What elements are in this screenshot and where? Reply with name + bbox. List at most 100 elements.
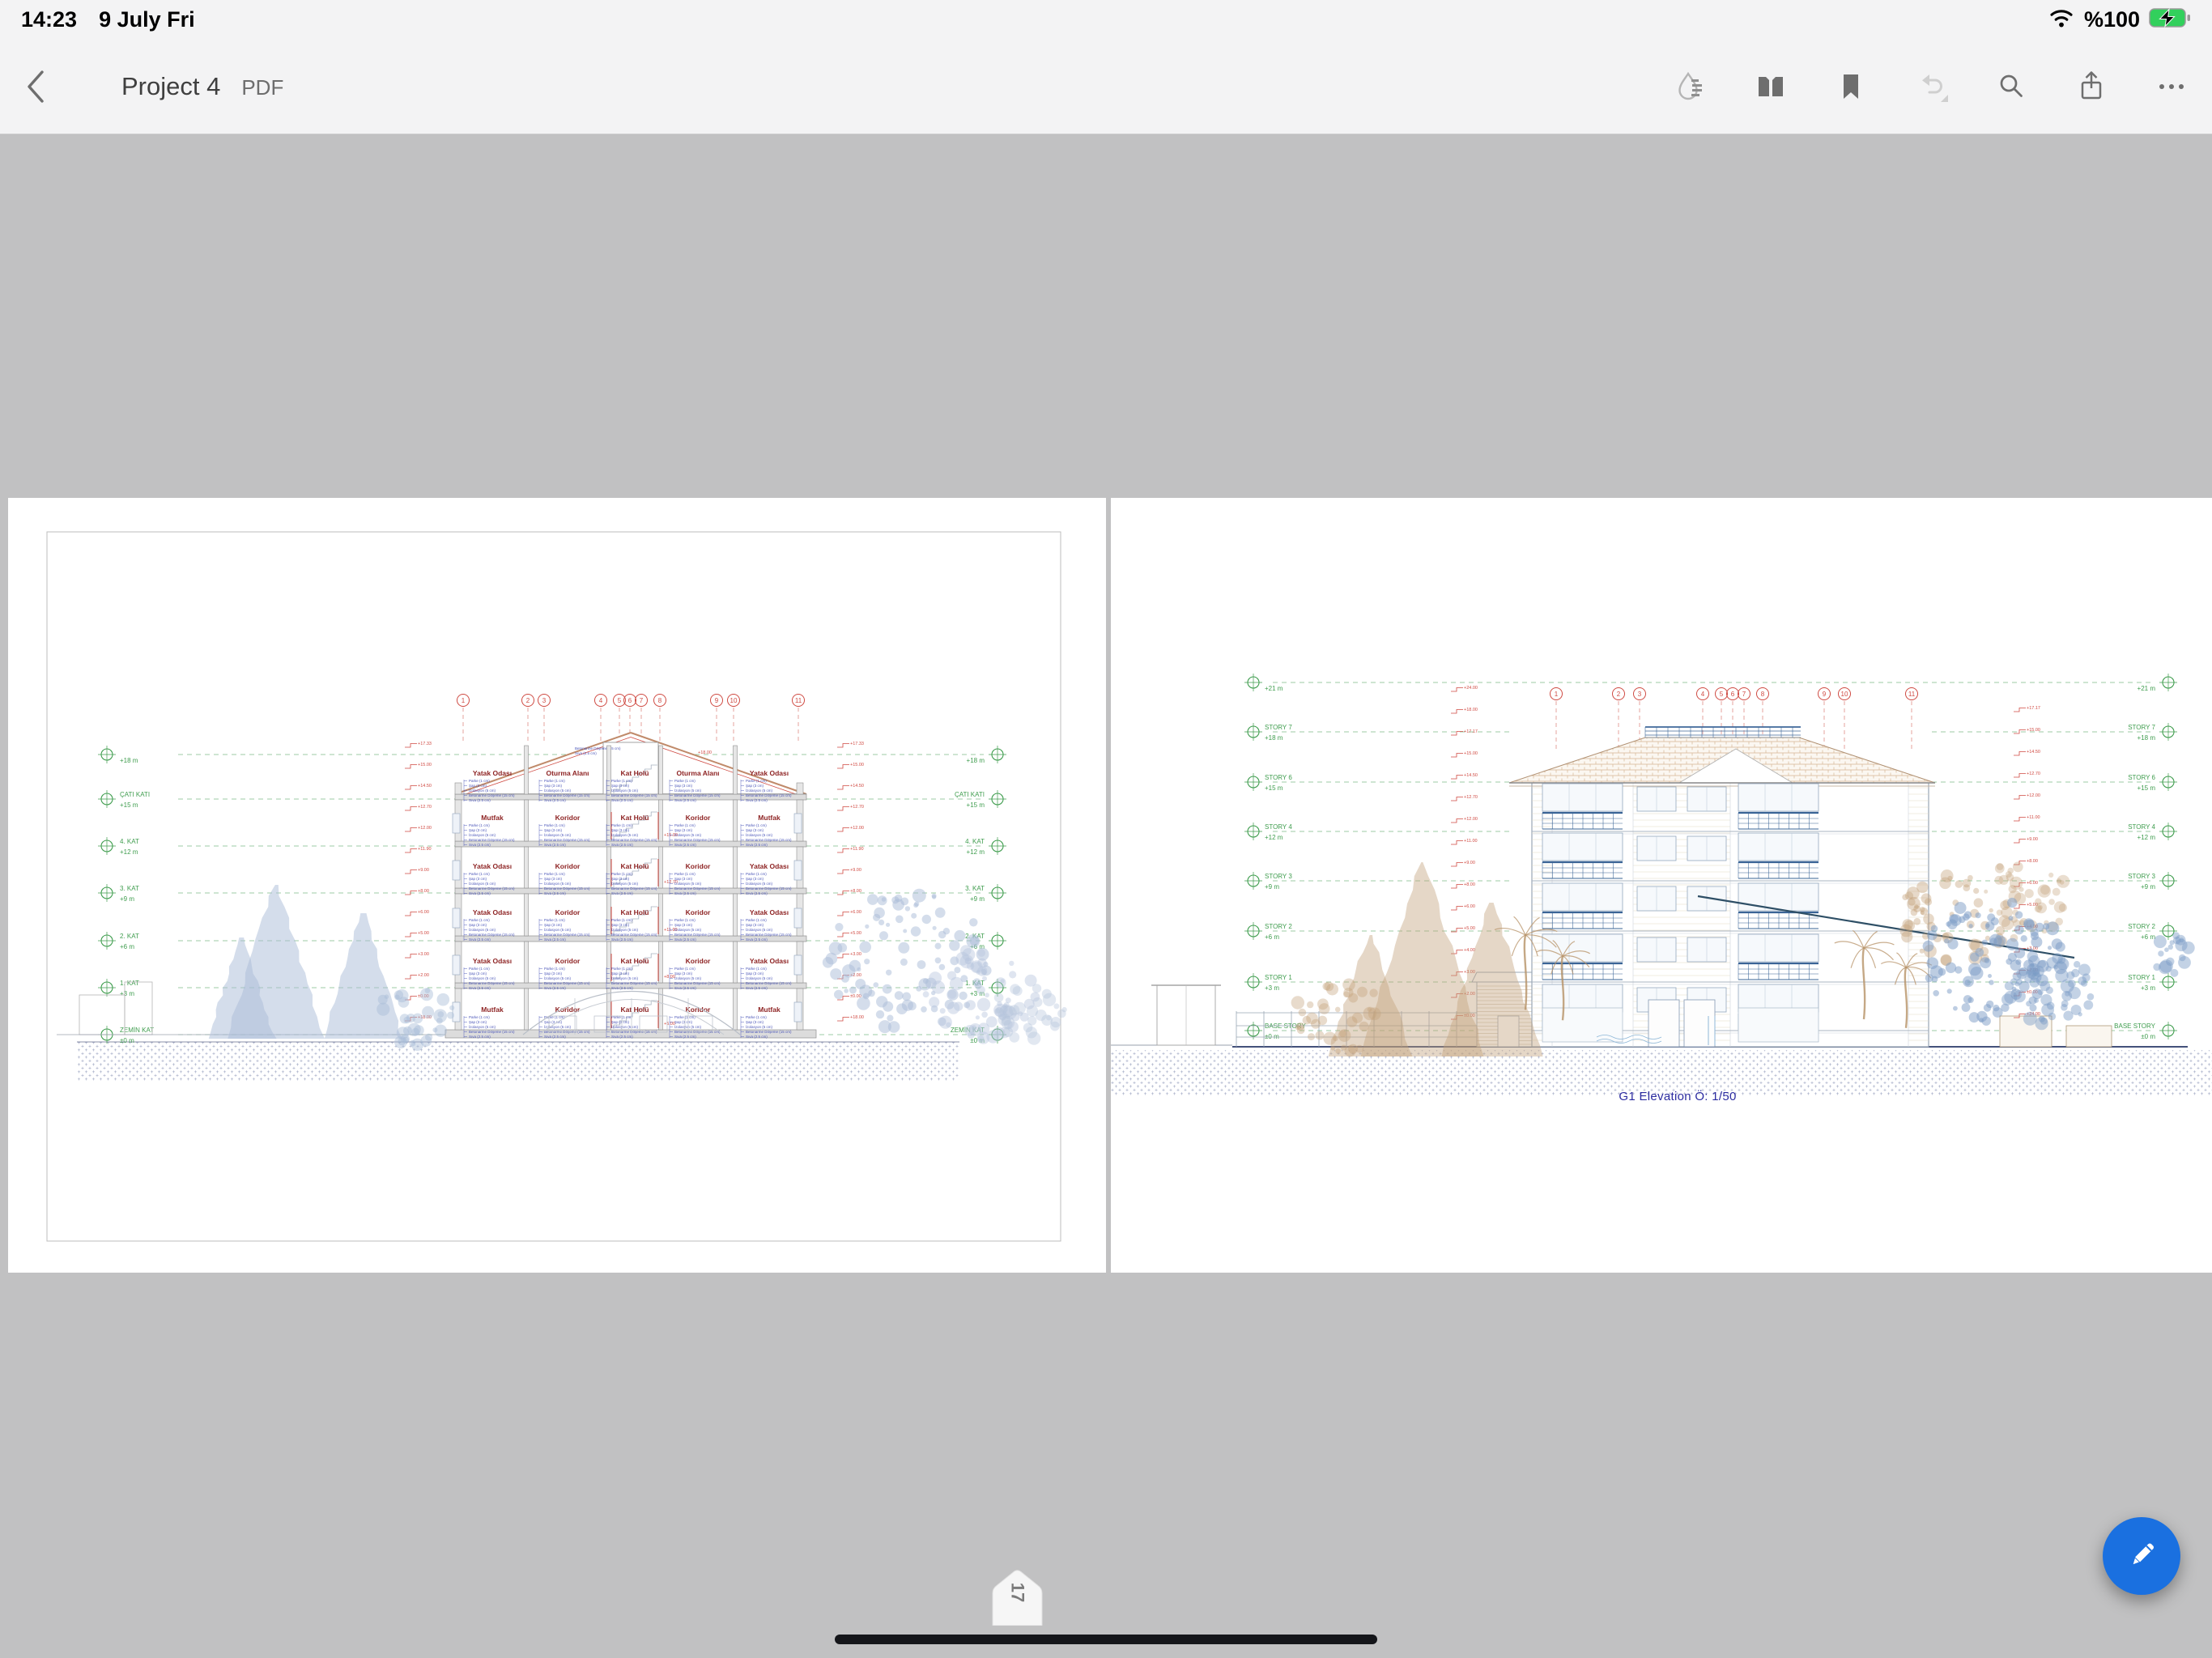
svg-text:Sıva (2.5 cm): Sıva (2.5 cm) xyxy=(611,986,633,990)
svg-text:Şap (3 cm): Şap (3 cm) xyxy=(611,828,630,832)
svg-text:Mutfak: Mutfak xyxy=(758,814,781,822)
svg-text:Şap (3 cm): Şap (3 cm) xyxy=(469,923,487,927)
pdf-page-left[interactable]: 1234567891011+18 m+18 mÇATI KATI+15 mÇAT… xyxy=(8,498,1106,1273)
svg-text:+5.00: +5.00 xyxy=(418,931,429,936)
liquid-mode-button[interactable] xyxy=(1672,68,1709,105)
svg-text:+3.00: +3.00 xyxy=(418,952,429,957)
svg-text:+18 m: +18 m xyxy=(2138,734,2156,742)
elevation-drawing: 1234567891011+21 m+21 mSTORY 7+18 mSTORY… xyxy=(1111,498,2212,1273)
pdf-page-right[interactable]: 1234567891011+21 m+21 mSTORY 7+18 mSTORY… xyxy=(1111,498,2212,1273)
svg-text:5: 5 xyxy=(1720,691,1724,698)
svg-text:Şap (3 cm): Şap (3 cm) xyxy=(674,971,693,976)
svg-text:8: 8 xyxy=(1761,691,1765,698)
svg-text:Parke (1 cm): Parke (1 cm) xyxy=(746,779,767,783)
svg-text:İzolasyon (5 cm): İzolasyon (5 cm) xyxy=(469,1024,496,1029)
svg-text:Şap (3 cm): Şap (3 cm) xyxy=(469,971,487,976)
svg-text:Mutfak: Mutfak xyxy=(758,1005,781,1014)
svg-text:Oturma Alanı: Oturma Alanı xyxy=(546,769,589,777)
svg-text:+6.00: +6.00 xyxy=(418,910,429,915)
svg-text:+3 m: +3 m xyxy=(2141,984,2155,992)
svg-text:İzolasyon (5 cm): İzolasyon (5 cm) xyxy=(674,927,702,932)
search-button[interactable] xyxy=(1993,68,2030,105)
svg-text:Parke (1 cm): Parke (1 cm) xyxy=(544,823,565,827)
undo-button[interactable] xyxy=(1912,68,1950,105)
svg-text:+18 m: +18 m xyxy=(1265,734,1283,742)
status-date: 9 July Fri xyxy=(99,7,195,32)
svg-text:Betonarme Döşeme (15 cm): Betonarme Döşeme (15 cm) xyxy=(544,838,590,842)
svg-text:Parke (1 cm): Parke (1 cm) xyxy=(611,823,632,827)
svg-text:Şap (3 cm): Şap (3 cm) xyxy=(674,877,693,881)
svg-text:±0 m: ±0 m xyxy=(120,1037,134,1044)
svg-text:Sıva (2.5 cm): Sıva (2.5 cm) xyxy=(674,937,696,942)
svg-text:Parke (1 cm): Parke (1 cm) xyxy=(469,967,490,971)
svg-text:Betonarme Döşeme (15 cm): Betonarme Döşeme (15 cm) xyxy=(611,886,657,891)
two-page-view-button[interactable] xyxy=(1752,68,1789,105)
svg-text:Sıva (2.5 cm): Sıva (2.5 cm) xyxy=(611,843,633,847)
svg-text:STORY 4: STORY 4 xyxy=(1265,823,1292,831)
svg-text:+9 m: +9 m xyxy=(120,895,134,903)
svg-text:Betonarme Döşeme (15 cm): Betonarme Döşeme (15 cm) xyxy=(611,1030,657,1034)
svg-text:3. KAT: 3. KAT xyxy=(120,885,139,892)
svg-text:+12 m: +12 m xyxy=(2138,834,2156,841)
svg-text:Sıva (2.5 cm): Sıva (2.5 cm) xyxy=(611,798,633,802)
bookmark-button[interactable] xyxy=(1832,68,1870,105)
svg-text:İzolasyon (5 cm): İzolasyon (5 cm) xyxy=(746,976,773,980)
svg-text:+12.70: +12.70 xyxy=(1464,795,1478,800)
svg-text:Şap (3 cm): Şap (3 cm) xyxy=(611,971,630,976)
svg-text:STORY 1: STORY 1 xyxy=(2128,974,2155,981)
svg-text:5: 5 xyxy=(618,697,622,704)
document-type-badge: PDF xyxy=(241,75,283,100)
svg-text:+15.00: +15.00 xyxy=(418,763,432,767)
svg-text:+15 m: +15 m xyxy=(967,801,985,809)
svg-text:+21 m: +21 m xyxy=(2138,685,2156,692)
svg-text:Yatak Odası: Yatak Odası xyxy=(750,908,789,916)
svg-text:+6 m: +6 m xyxy=(2141,933,2155,941)
svg-text:+12.70: +12.70 xyxy=(418,805,432,810)
svg-text:+9.00: +9.00 xyxy=(418,868,429,873)
svg-text:Sıva (2.5 cm): Sıva (2.5 cm) xyxy=(674,986,696,990)
svg-text:+5.00: +5.00 xyxy=(850,931,861,936)
svg-text:+15.00: +15.00 xyxy=(2027,728,2040,733)
svg-text:Mutfak: Mutfak xyxy=(481,1005,504,1014)
page-number-label: 17 xyxy=(1007,1567,1028,1618)
svg-text:+12 m: +12 m xyxy=(1265,834,1283,841)
home-indicator[interactable] xyxy=(835,1635,1377,1644)
annotate-fab[interactable] xyxy=(2103,1517,2180,1595)
more-button[interactable] xyxy=(2153,68,2190,105)
svg-text:Şap (3 cm): Şap (3 cm) xyxy=(469,877,487,881)
svg-text:Parke (1 cm): Parke (1 cm) xyxy=(674,872,696,876)
svg-text:3: 3 xyxy=(542,697,547,704)
svg-text:Parke (1 cm): Parke (1 cm) xyxy=(544,779,565,783)
svg-text:Betonarme Döşeme (15 cm): Betonarme Döşeme (15 cm) xyxy=(611,981,657,985)
svg-text:10: 10 xyxy=(730,697,738,704)
chevron-left-icon xyxy=(25,96,46,108)
page-number-tab[interactable]: 17 xyxy=(992,1569,1043,1626)
svg-text:Betonarme Döşeme (15 cm): Betonarme Döşeme (15 cm) xyxy=(611,838,657,842)
svg-text:+12.00: +12.00 xyxy=(2027,793,2040,798)
svg-text:Şap (3 cm): Şap (3 cm) xyxy=(674,1020,693,1024)
svg-text:Şap (3 cm): Şap (3 cm) xyxy=(746,828,764,832)
svg-text:11: 11 xyxy=(795,697,802,704)
svg-text:+11.90: +11.90 xyxy=(850,847,864,852)
svg-text:+12 m: +12 m xyxy=(967,848,985,856)
svg-text:2. KAT: 2. KAT xyxy=(120,933,139,940)
battery-charging-icon xyxy=(2149,8,2191,32)
svg-text:Parke (1 cm): Parke (1 cm) xyxy=(611,918,632,922)
back-button[interactable] xyxy=(25,67,46,106)
svg-text:+14.50: +14.50 xyxy=(2027,750,2040,755)
svg-text:Parke (1 cm): Parke (1 cm) xyxy=(611,872,632,876)
svg-text:İzolasyon (5 cm): İzolasyon (5 cm) xyxy=(544,976,572,980)
svg-text:Şap (3 cm): Şap (3 cm) xyxy=(746,1020,764,1024)
svg-text:STORY 1: STORY 1 xyxy=(1265,974,1292,981)
svg-text:+3.00: +3.00 xyxy=(850,952,861,957)
svg-text:Betonarme Döşeme (15 cm): Betonarme Döşeme (15 cm) xyxy=(674,886,721,891)
svg-text:+9.00: +9.00 xyxy=(850,868,861,873)
svg-text:İzolasyon (5 cm): İzolasyon (5 cm) xyxy=(611,927,639,932)
svg-text:+15 m: +15 m xyxy=(2138,784,2156,792)
share-button[interactable] xyxy=(2073,68,2110,105)
svg-text:Sıva (2.5 cm): Sıva (2.5 cm) xyxy=(746,937,768,942)
svg-text:Betonarme Döşeme (15 cm): Betonarme Döşeme (15 cm) xyxy=(746,838,792,842)
svg-text:Şap (3 cm): Şap (3 cm) xyxy=(746,877,764,881)
svg-text:11: 11 xyxy=(1908,691,1916,698)
svg-text:Sıva (2.5 cm): Sıva (2.5 cm) xyxy=(544,986,566,990)
